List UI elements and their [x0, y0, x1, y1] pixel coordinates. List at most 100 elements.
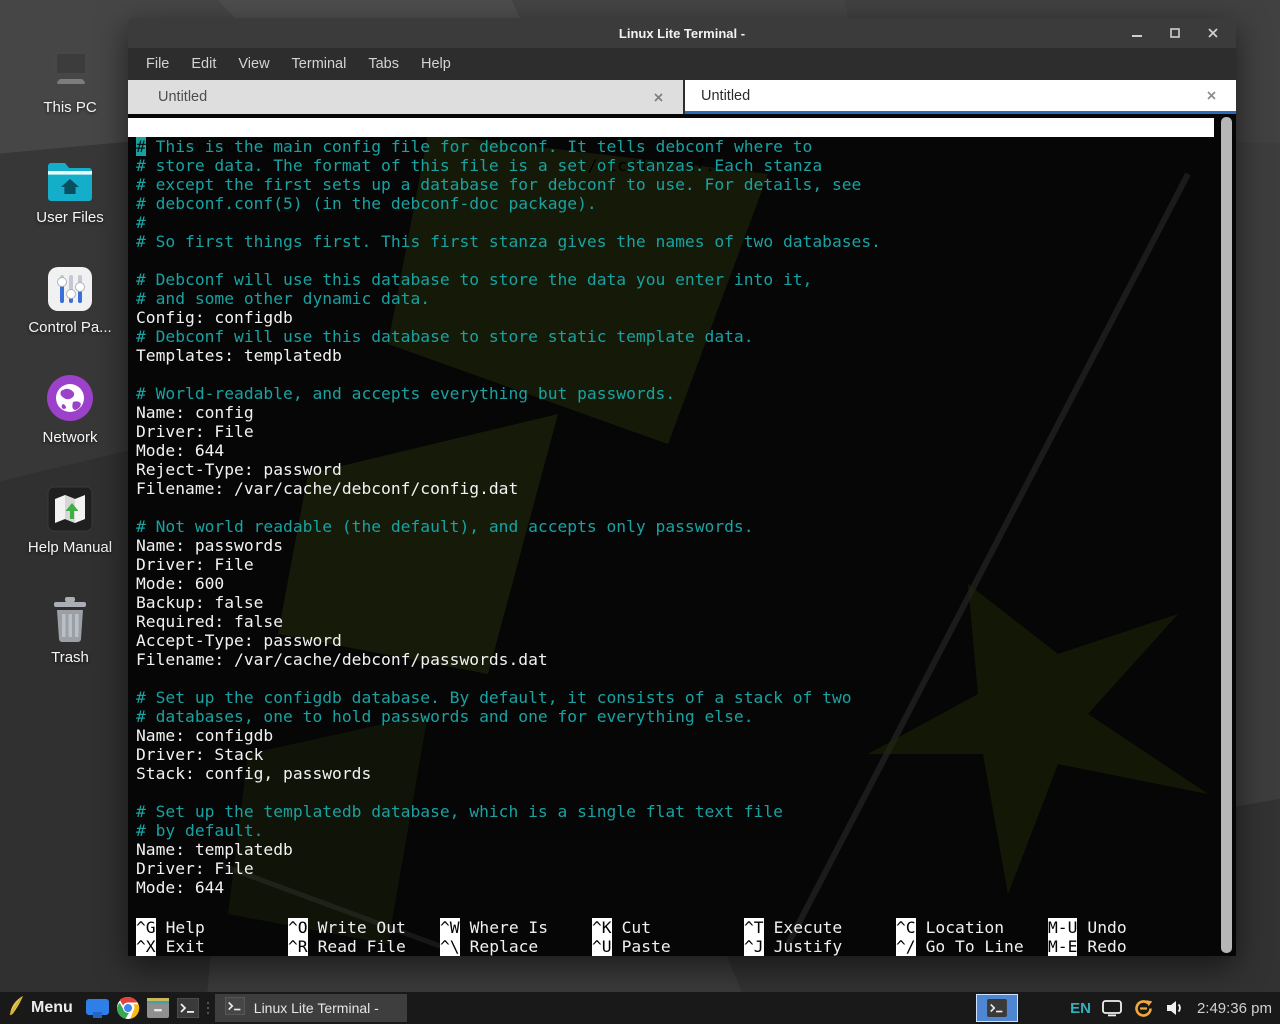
desktop-icon-network[interactable]: Network	[12, 344, 128, 454]
desktop-icon-help-manual[interactable]: Help Manual	[12, 454, 128, 564]
nano-shortcut: ^WWhere Is	[440, 918, 592, 937]
volume-icon[interactable]	[1165, 999, 1185, 1017]
taskbar-window-button[interactable]: Linux Lite Terminal -	[215, 994, 407, 1022]
nano-line: # Not world readable (the default), and …	[136, 517, 1210, 536]
nano-line: # Debconf will use this database to stor…	[136, 327, 1210, 346]
nano-line: Mode: 644	[136, 441, 1210, 460]
tab-untitled-2[interactable]: Untitled	[685, 80, 1236, 114]
nano-titlebar: GNU nano 7.2 /etc/debconf.conf	[128, 118, 1214, 137]
desktop-icon-label: User Files	[36, 209, 104, 226]
nano-shortcut-row-2: ^XExit^RRead File^\Replace^UPaste^JJusti…	[136, 937, 1210, 956]
nano-line: Driver: File	[136, 859, 1210, 878]
terminal-scrollbar[interactable]	[1221, 117, 1232, 953]
nano-line: # and some other dynamic data.	[136, 289, 1210, 308]
tab-close-icon[interactable]	[1204, 89, 1218, 103]
manual-book-icon	[46, 454, 94, 539]
nano-shortcut: ^TExecute	[744, 918, 896, 937]
nano-line: Backup: false	[136, 593, 1210, 612]
nano-shortcut: ^GHelp	[136, 918, 288, 937]
shortcut-label: Where Is	[460, 918, 548, 937]
nano-line: Templates: templatedb	[136, 346, 1210, 365]
nano-line: Name: passwords	[136, 536, 1210, 555]
terminal-icon	[225, 997, 245, 1020]
nano-line: Name: configdb	[136, 726, 1210, 745]
nano-line: Filename: /var/cache/debconf/passwords.d…	[136, 650, 1210, 669]
window-titlebar[interactable]: Linux Lite Terminal -	[128, 18, 1236, 48]
tab-untitled-1[interactable]: Untitled	[128, 80, 685, 114]
shortcut-key: ^X	[136, 937, 156, 956]
nano-line: # store data. The format of this file is…	[136, 156, 1210, 175]
drag-handle-icon[interactable]	[203, 992, 213, 1024]
desktop-icon-column: This PC User Files	[12, 14, 128, 674]
shortcut-label: Replace	[460, 937, 539, 956]
nano-shortcut: ^JJustify	[744, 937, 896, 956]
nano-line: # So first things first. This first stan…	[136, 232, 1210, 251]
maximize-icon[interactable]	[1168, 26, 1182, 40]
nano-line	[136, 251, 1210, 270]
menu-view[interactable]: View	[227, 51, 280, 77]
nano-shortcut: ^/Go To Line	[896, 937, 1048, 956]
nano-line: #	[136, 213, 1210, 232]
minimize-icon[interactable]	[1130, 26, 1144, 40]
menu-file[interactable]: File	[135, 51, 180, 77]
nano-line: Config: configdb	[136, 308, 1210, 327]
shortcut-key: ^R	[288, 937, 308, 956]
chrome-icon[interactable]	[113, 992, 143, 1024]
menu-edit[interactable]: Edit	[180, 51, 227, 77]
nano-line: Mode: 600	[136, 574, 1210, 593]
desktop-icon-this-pc[interactable]: This PC	[12, 14, 128, 124]
shortcut-label: Write Out	[308, 918, 406, 937]
nano-shortcut: M-UUndo	[1048, 918, 1210, 937]
tab-close-icon[interactable]	[651, 90, 665, 104]
desktop-icon-label: This PC	[43, 99, 96, 116]
menu-help[interactable]: Help	[410, 51, 462, 77]
nano-shortcut: ^\Replace	[440, 937, 592, 956]
sliders-icon	[46, 234, 94, 319]
updates-icon[interactable]	[1133, 998, 1154, 1019]
shortcut-label: Location	[916, 918, 1004, 937]
nano-line: Accept-Type: password	[136, 631, 1210, 650]
window-buttons	[1130, 26, 1236, 40]
nano-lines: # This is the main config file for debco…	[136, 137, 1210, 897]
keyboard-layout-indicator[interactable]: EN	[1070, 1000, 1091, 1017]
start-menu-button[interactable]: Menu	[0, 992, 83, 1024]
nano-cursor: #	[136, 137, 146, 156]
terminal-screen[interactable]: GNU nano 7.2 /etc/debconf.conf # This is…	[128, 114, 1236, 956]
nano-shortcut-bar: ^GHelp^OWrite Out^WWhere Is^KCut^TExecut…	[136, 918, 1210, 956]
desktop-icon-control-panel[interactable]: Control Pa...	[12, 234, 128, 344]
globe-icon	[45, 344, 95, 429]
terminal-icon[interactable]	[173, 992, 203, 1024]
shortcut-label: Read File	[308, 937, 406, 956]
file-manager-icon[interactable]	[143, 992, 173, 1024]
shortcut-key: ^U	[592, 937, 612, 956]
nano-line: Mode: 644	[136, 878, 1210, 897]
nano-shortcut: ^RRead File	[288, 937, 440, 956]
nano-line: # This is the main config file for debco…	[136, 137, 1210, 156]
nano-shortcut-row-1: ^GHelp^OWrite Out^WWhere Is^KCut^TExecut…	[136, 918, 1210, 937]
linuxlite-feather-icon	[8, 995, 24, 1022]
taskbar-window-label: Linux Lite Terminal -	[254, 1000, 379, 1016]
desktop-icon-label: Help Manual	[28, 539, 112, 556]
menu-terminal[interactable]: Terminal	[281, 51, 358, 77]
system-tray: EN 2:49:36 pm	[976, 994, 1280, 1022]
nano-line: # Debconf will use this database to stor…	[136, 270, 1210, 289]
nano-line: # debconf.conf(5) (in the debconf-doc pa…	[136, 194, 1210, 213]
display-icon[interactable]	[1102, 1000, 1122, 1017]
shortcut-key: ^K	[592, 918, 612, 937]
terminal-toggle-icon[interactable]	[976, 994, 1018, 1022]
shortcut-label: Exit	[156, 937, 205, 956]
shortcut-key: ^G	[136, 918, 156, 937]
desktop-icon-user-files[interactable]: User Files	[12, 124, 128, 234]
tab-bar: Untitled Untitled	[128, 80, 1236, 114]
desktop-icon-trash[interactable]: Trash	[12, 564, 128, 674]
shortcut-key: ^W	[440, 918, 460, 937]
taskbar-clock[interactable]: 2:49:36 pm	[1197, 1000, 1272, 1017]
nano-line: Reject-Type: password	[136, 460, 1210, 479]
shortcut-label: Undo	[1077, 918, 1126, 937]
workspaces-icon[interactable]	[83, 992, 113, 1024]
shortcut-label: Justify	[764, 937, 843, 956]
menu-tabs[interactable]: Tabs	[357, 51, 410, 77]
nano-line: Filename: /var/cache/debconf/config.dat	[136, 479, 1210, 498]
nano-line: # except the first sets up a database fo…	[136, 175, 1210, 194]
close-icon[interactable]	[1206, 26, 1220, 40]
